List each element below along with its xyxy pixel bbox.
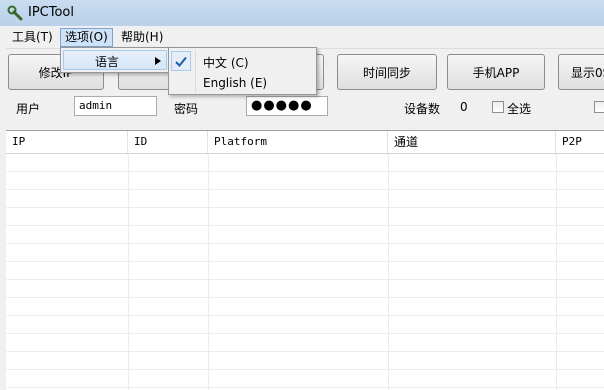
column-header-platform[interactable]: Platform	[208, 131, 388, 153]
extra-checkbox[interactable]	[594, 101, 604, 113]
column-header-channel[interactable]: 通道	[388, 131, 556, 153]
column-divider	[556, 154, 557, 390]
menu-bar: 工具(T) 选项(O) 帮助(H)	[0, 26, 604, 49]
device-count-label: 设备数	[404, 102, 441, 116]
table-header: IP ID Platform 通道 P2P	[6, 131, 604, 154]
menu-gutter-divider	[195, 50, 196, 92]
language-label: 语言	[95, 55, 120, 69]
menu-options[interactable]: 选项(O)	[60, 28, 113, 47]
table-body[interactable]	[6, 154, 604, 390]
menu-help[interactable]: 帮助(H)	[117, 29, 167, 46]
password-label: 密码	[174, 102, 199, 116]
language-submenu: 中文 (C) English (E)	[168, 47, 317, 95]
title-bar: IPCTool	[0, 0, 604, 26]
window-title: IPCTool	[28, 5, 75, 20]
column-divider	[128, 154, 129, 390]
column-header-id[interactable]: ID	[128, 131, 208, 153]
device-count-value: 0	[460, 100, 468, 114]
time-sync-button[interactable]: 时间同步	[337, 54, 437, 90]
select-all-label: 全选	[507, 102, 532, 116]
menu-tools[interactable]: 工具(T)	[8, 29, 57, 46]
password-input[interactable]: ●●●●●	[246, 96, 328, 116]
user-label: 用户	[16, 102, 41, 116]
show-osd-button[interactable]: 显示0S	[558, 54, 604, 90]
mobile-app-button[interactable]: 手机APP	[447, 54, 545, 90]
column-header-ip[interactable]: IP	[6, 131, 128, 153]
select-all-checkbox[interactable]	[492, 101, 504, 113]
column-divider	[208, 154, 209, 390]
checkmark-icon	[175, 56, 187, 67]
menu-item-chinese[interactable]: 中文 (C)	[203, 54, 249, 71]
options-dropdown: 语言	[60, 47, 170, 73]
user-input[interactable]: admin	[74, 96, 157, 116]
submenu-arrow-icon	[155, 57, 161, 65]
column-divider	[388, 154, 389, 390]
column-header-p2p[interactable]: P2P	[556, 131, 604, 153]
device-table[interactable]: IP ID Platform 通道 P2P	[6, 130, 604, 390]
app-wrench-icon	[7, 5, 23, 21]
menu-item-english[interactable]: English (E)	[203, 76, 267, 90]
